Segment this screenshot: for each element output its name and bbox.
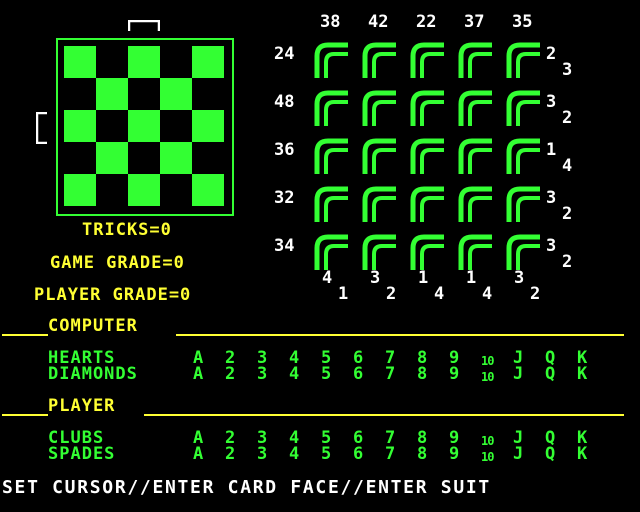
card-tile[interactable] bbox=[362, 42, 396, 78]
card-grid[interactable]: 38 42 22 37 35 24 48 36 32 34 2 3 3 2 1 4 3 2 3 2 4 1 3 2 1 4 1 4 3 2 bbox=[0, 0, 640, 320]
row-pip-bottom: 3 bbox=[562, 60, 573, 80]
divider-line bbox=[144, 414, 624, 416]
card-tile[interactable] bbox=[314, 234, 348, 270]
diamonds-card-face: 2 bbox=[225, 364, 237, 384]
row-pip-bottom: 4 bbox=[562, 156, 573, 176]
hearts-cards: A 2 3 4 5 6 7 8 9 10 J Q K bbox=[0, 350, 640, 369]
column-header: 37 bbox=[464, 12, 485, 32]
spades-card-face[interactable]: 4 bbox=[289, 446, 300, 463]
card-tile[interactable] bbox=[314, 90, 348, 126]
row-pip-bottom: 2 bbox=[562, 204, 573, 224]
spades-card-face[interactable]: 10 bbox=[481, 449, 494, 466]
column-header: 22 bbox=[416, 12, 437, 32]
diamonds-card-face: 5 bbox=[321, 364, 333, 384]
card-tile[interactable] bbox=[410, 90, 444, 126]
divider-line bbox=[176, 334, 624, 336]
diamonds-card-face: 10 bbox=[481, 370, 494, 384]
col-pip-bottom: 2 bbox=[530, 284, 541, 304]
status-prompt: SET CURSOR//ENTER CARD FACE//ENTER SUIT bbox=[2, 477, 491, 498]
diamonds-card-face: 7 bbox=[385, 364, 397, 384]
row-header: 48 bbox=[274, 92, 295, 112]
card-tile[interactable] bbox=[410, 186, 444, 222]
card-tile[interactable] bbox=[458, 138, 492, 174]
divider-line bbox=[2, 414, 48, 416]
card-tile[interactable] bbox=[362, 186, 396, 222]
card-tile[interactable] bbox=[314, 138, 348, 174]
card-tile[interactable] bbox=[458, 90, 492, 126]
row-pip-top: 3 bbox=[546, 92, 557, 112]
spades-card-face[interactable]: 5 bbox=[321, 446, 332, 463]
card-tile[interactable] bbox=[506, 42, 540, 78]
diamonds-card-face: A bbox=[193, 364, 205, 384]
diamonds-card-face: 4 bbox=[289, 364, 301, 384]
column-header: 35 bbox=[512, 12, 533, 32]
col-pip-bottom: 2 bbox=[386, 284, 397, 304]
card-tile[interactable] bbox=[314, 42, 348, 78]
card-tile[interactable] bbox=[362, 234, 396, 270]
card-tile[interactable] bbox=[410, 42, 444, 78]
card-tile[interactable] bbox=[506, 138, 540, 174]
spades-card-face[interactable]: K bbox=[577, 446, 588, 463]
row-header: 24 bbox=[274, 44, 295, 64]
card-tile[interactable] bbox=[314, 186, 348, 222]
col-pip-top: 1 bbox=[418, 268, 429, 288]
col-pip-top: 3 bbox=[370, 268, 381, 288]
diamonds-card-face: 3 bbox=[257, 364, 269, 384]
card-tile[interactable] bbox=[506, 234, 540, 270]
spades-card-face[interactable]: 9 bbox=[449, 446, 460, 463]
spades-card-face[interactable]: 6 bbox=[353, 446, 364, 463]
col-pip-top: 3 bbox=[514, 268, 525, 288]
col-pip-bottom: 4 bbox=[434, 284, 445, 304]
card-tile[interactable] bbox=[362, 90, 396, 126]
spades-card-face[interactable]: 3 bbox=[257, 446, 268, 463]
spades-card-face[interactable]: Q bbox=[545, 446, 556, 463]
card-tile[interactable] bbox=[362, 138, 396, 174]
player-label: PLAYER bbox=[48, 396, 116, 416]
divider-line bbox=[2, 334, 48, 336]
col-pip-bottom: 1 bbox=[338, 284, 349, 304]
spades-card-face[interactable]: 2 bbox=[225, 446, 236, 463]
card-tile[interactable] bbox=[458, 186, 492, 222]
row-pip-top: 3 bbox=[546, 236, 557, 256]
col-pip-bottom: 4 bbox=[482, 284, 493, 304]
diamonds-card-face: J bbox=[513, 364, 525, 384]
row-pip-top: 2 bbox=[546, 44, 557, 64]
diamonds-card-face: K bbox=[577, 364, 589, 384]
row-header: 34 bbox=[274, 236, 295, 256]
diamonds-cards: A 2 3 4 5 6 7 8 9 10 J Q K bbox=[0, 364, 640, 385]
card-tile[interactable] bbox=[458, 234, 492, 270]
computer-label: COMPUTER bbox=[48, 316, 138, 336]
column-header: 38 bbox=[320, 12, 341, 32]
col-pip-top: 4 bbox=[322, 268, 333, 288]
spades-cards[interactable]: A 2 3 4 5 6 7 8 9 10 J Q K bbox=[0, 446, 640, 466]
row-pip-top: 1 bbox=[546, 140, 557, 160]
row-header: 32 bbox=[274, 188, 295, 208]
row-pip-top: 3 bbox=[546, 188, 557, 208]
row-pip-bottom: 2 bbox=[562, 108, 573, 128]
diamonds-card-face: Q bbox=[545, 364, 557, 384]
diamonds-card-face: 9 bbox=[449, 364, 461, 384]
clubs-cards[interactable]: A 2 3 4 5 6 7 8 9 10 J Q K bbox=[0, 430, 640, 449]
spades-card-face[interactable]: 7 bbox=[385, 446, 396, 463]
row-pip-bottom: 2 bbox=[562, 252, 573, 272]
row-header: 36 bbox=[274, 140, 295, 160]
column-header: 42 bbox=[368, 12, 389, 32]
card-tile[interactable] bbox=[506, 186, 540, 222]
card-tile[interactable] bbox=[458, 42, 492, 78]
card-tile[interactable] bbox=[506, 90, 540, 126]
card-tile[interactable] bbox=[410, 234, 444, 270]
col-pip-top: 1 bbox=[466, 268, 477, 288]
spades-card-face[interactable]: 8 bbox=[417, 446, 428, 463]
spades-card-face[interactable]: A bbox=[193, 446, 204, 463]
spades-card-face[interactable]: J bbox=[513, 446, 524, 463]
card-tile[interactable] bbox=[410, 138, 444, 174]
diamonds-card-face: 8 bbox=[417, 364, 429, 384]
diamonds-card-face: 6 bbox=[353, 364, 365, 384]
